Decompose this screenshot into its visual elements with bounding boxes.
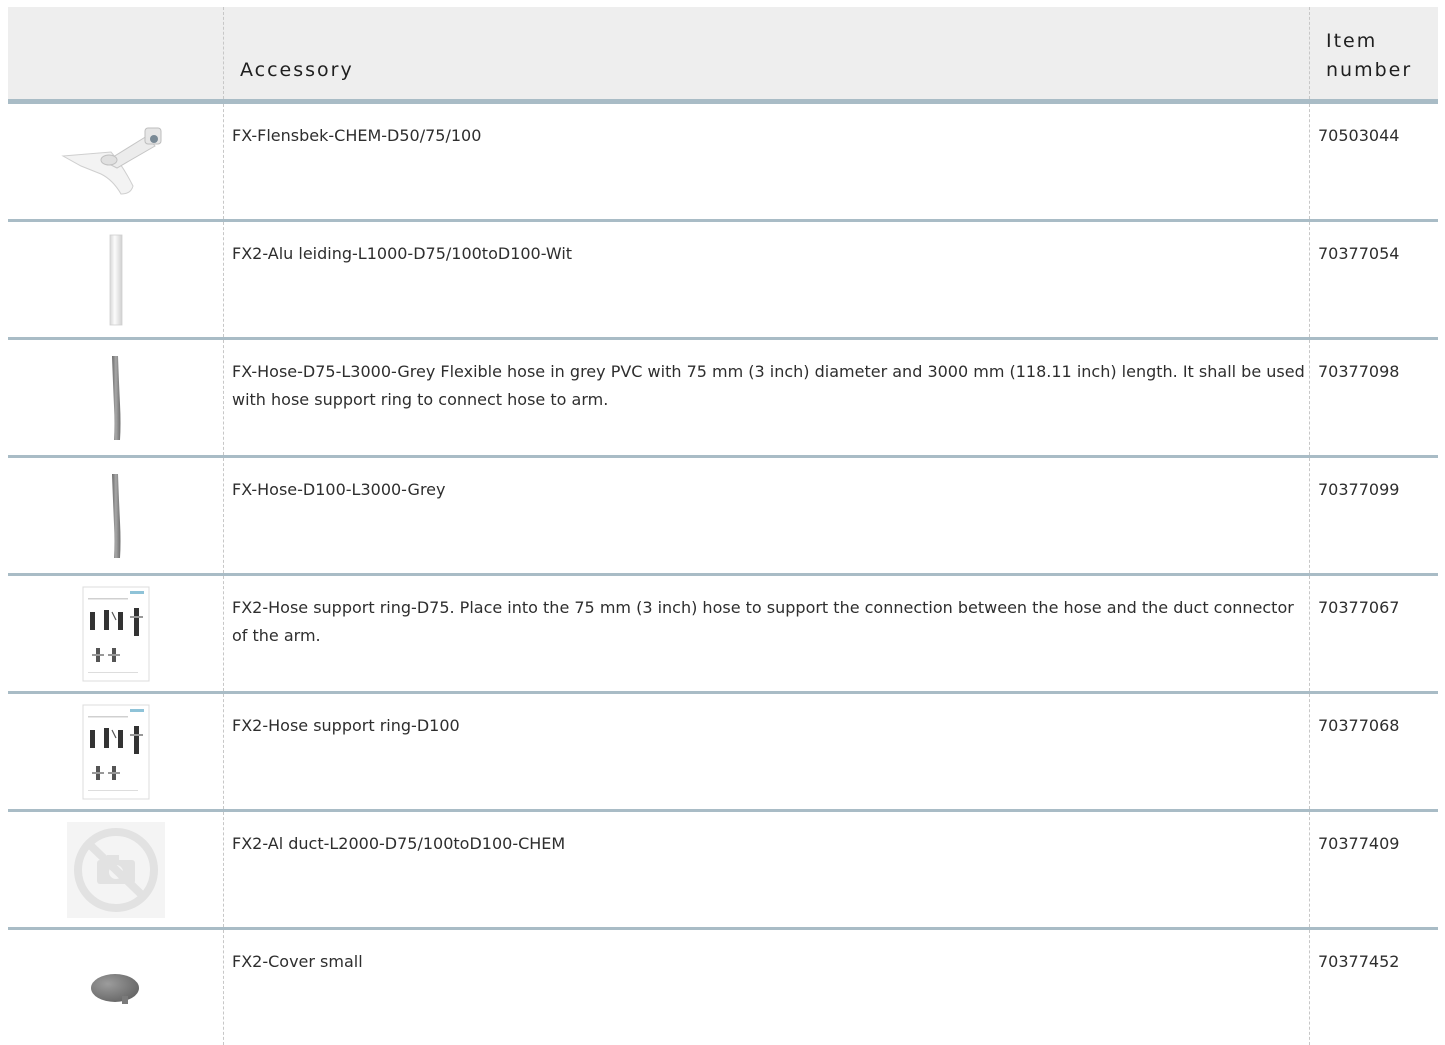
row-image-cell: [8, 576, 224, 691]
drawing-icon: [82, 704, 149, 799]
row-accessory-cell: FX2-Hose support ring-D75. Place into th…: [224, 576, 1310, 691]
row-item-number-cell: 70503044: [1310, 104, 1438, 219]
row-item-number-cell: 70377054: [1310, 222, 1438, 337]
table-row: FX2-Cover small 70377452: [8, 930, 1438, 1045]
header-accessory: Accessory: [224, 7, 1310, 99]
item-number: 70377067: [1318, 598, 1400, 617]
accessory-name: FX2-Al duct-L2000-D75/100toD100-CHEM: [232, 834, 566, 853]
table-row: FX2-Hose support ring-D75. Place into th…: [8, 576, 1438, 694]
header-image-column: [8, 7, 224, 99]
drawing-icon: [82, 586, 149, 681]
row-item-number-cell: 70377452: [1310, 930, 1438, 1045]
row-image-cell: [8, 222, 224, 337]
cover-icon: [90, 973, 139, 1004]
accessory-name: FX-Hose-D100-L3000-Grey: [232, 480, 446, 499]
row-accessory-cell: FX-Hose-D75-L3000-Grey Flexible hose in …: [224, 340, 1310, 455]
row-item-number-cell: 70377067: [1310, 576, 1438, 691]
row-image-cell: [8, 694, 224, 809]
item-number: 70377452: [1318, 952, 1400, 971]
hood-icon: [60, 127, 161, 195]
no-image-icon: [66, 821, 165, 918]
row-accessory-cell: FX2-Alu leiding-L1000-D75/100toD100-Wit: [224, 222, 1310, 337]
item-number: 70377068: [1318, 716, 1400, 735]
table-row: FX-Hose-D100-L3000-Grey 70377099: [8, 458, 1438, 576]
item-number: 70377409: [1318, 834, 1400, 853]
row-accessory-cell: FX2-Hose support ring-D100: [224, 694, 1310, 809]
row-accessory-cell: FX-Flensbek-CHEM-D50/75/100: [224, 104, 1310, 219]
accessories-table: Accessory Item number FX-Flensbek-CHEM-D…: [8, 7, 1438, 1045]
row-image-cell: [8, 458, 224, 573]
header-item-number-label: Item number: [1326, 30, 1413, 81]
row-item-number-cell: 70377068: [1310, 694, 1438, 809]
row-accessory-cell: FX2-Al duct-L2000-D75/100toD100-CHEM: [224, 812, 1310, 927]
accessory-name: FX2-Alu leiding-L1000-D75/100toD100-Wit: [232, 244, 573, 263]
row-image-cell: [8, 340, 224, 455]
row-accessory-cell: FX-Hose-D100-L3000-Grey: [224, 458, 1310, 573]
table-row: FX2-Hose support ring-D100 70377068: [8, 694, 1438, 812]
table-row: FX-Flensbek-CHEM-D50/75/100 70503044: [8, 104, 1438, 222]
row-image-cell: [8, 812, 224, 927]
accessory-name: FX2-Cover small: [232, 952, 363, 971]
accessory-name: FX-Hose-D75-L3000-Grey Flexible hose in …: [232, 362, 1305, 409]
duct-icon: [109, 234, 122, 325]
row-image-cell: [8, 104, 224, 219]
item-number: 70377054: [1318, 244, 1400, 263]
hose-icon: [111, 355, 120, 440]
item-number: 70377098: [1318, 362, 1400, 381]
table-header: Accessory Item number: [8, 7, 1438, 104]
accessory-name: FX2-Hose support ring-D75. Place into th…: [232, 598, 1294, 645]
table-row: FX2-Alu leiding-L1000-D75/100toD100-Wit …: [8, 222, 1438, 340]
table-row: FX2-Al duct-L2000-D75/100toD100-CHEM 703…: [8, 812, 1438, 930]
row-image-cell: [8, 930, 224, 1045]
accessory-name: FX2-Hose support ring-D100: [232, 716, 460, 735]
row-item-number-cell: 70377409: [1310, 812, 1438, 927]
row-item-number-cell: 70377099: [1310, 458, 1438, 573]
header-item-number: Item number: [1310, 7, 1438, 99]
table-row: FX-Hose-D75-L3000-Grey Flexible hose in …: [8, 340, 1438, 458]
header-accessory-label: Accessory: [240, 59, 354, 81]
row-item-number-cell: 70377098: [1310, 340, 1438, 455]
item-number: 70377099: [1318, 480, 1400, 499]
item-number: 70503044: [1318, 126, 1400, 145]
row-accessory-cell: FX2-Cover small: [224, 930, 1310, 1045]
accessory-name: FX-Flensbek-CHEM-D50/75/100: [232, 126, 482, 145]
hose-icon: [111, 473, 120, 558]
